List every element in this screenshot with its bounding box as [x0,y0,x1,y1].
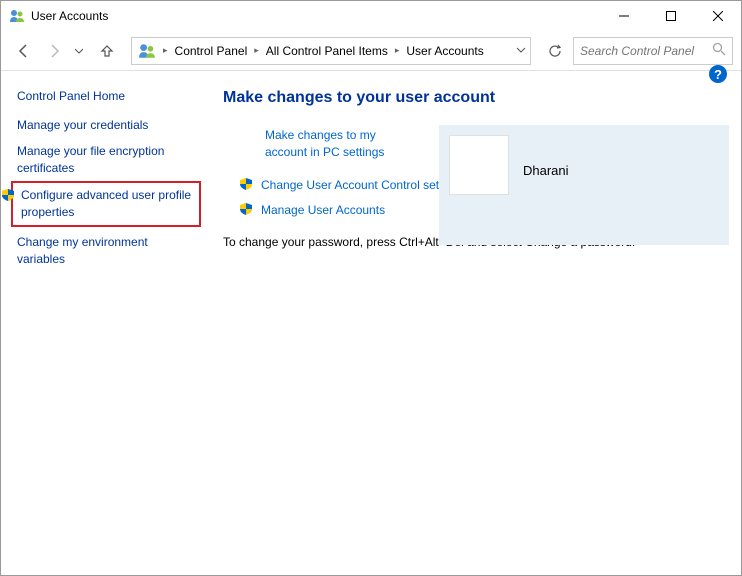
sidebar-link-encryption[interactable]: Manage your file encryption certificates [17,143,195,177]
chevron-right-icon[interactable]: ▸ [254,45,259,56]
sidebar-link-label: Configure advanced user profile properti… [21,188,191,219]
recent-dropdown-button[interactable] [75,47,83,55]
main-content: ? Make changes to your user account Make… [211,71,741,575]
back-button[interactable] [15,42,33,60]
chevron-right-icon[interactable]: ▸ [163,45,168,56]
chevron-down-icon[interactable] [516,44,526,58]
sidebar-link-advanced-profile[interactable]: Configure advanced user profile properti… [19,187,193,221]
window-title: User Accounts [31,9,601,23]
up-button[interactable] [99,43,115,59]
close-button[interactable] [695,1,741,31]
page-heading: Make changes to your user account [223,89,729,107]
sidebar-home-link[interactable]: Control Panel Home [17,89,195,103]
chevron-right-icon[interactable]: ▸ [395,45,400,56]
user-accounts-icon [138,42,156,60]
link-pc-settings[interactable]: Make changes to my account in PC setting… [265,127,413,161]
breadcrumb-item[interactable]: Control Panel [171,44,252,58]
breadcrumb-item[interactable]: All Control Panel Items [262,44,392,58]
shield-icon [239,177,253,194]
nav-bar: ▸ Control Panel ▸ All Control Panel Item… [1,31,741,71]
breadcrumb[interactable]: ▸ Control Panel ▸ All Control Panel Item… [131,37,531,65]
user-avatar [449,135,509,195]
breadcrumb-item[interactable]: User Accounts [402,44,487,58]
sidebar-link-credentials[interactable]: Manage your credentials [17,117,195,134]
search-box[interactable] [573,37,733,65]
search-icon[interactable] [708,42,726,59]
sidebar: Control Panel Home Manage your credentia… [1,71,211,575]
title-bar: User Accounts [1,1,741,31]
user-card: Dharani [439,125,729,245]
shield-icon [1,188,15,207]
search-input[interactable] [580,44,708,58]
forward-button[interactable] [45,42,63,60]
sidebar-link-env-vars[interactable]: Change my environment variables [17,234,195,268]
maximize-button[interactable] [648,1,694,31]
link-uac-settings[interactable]: Change User Account Control settings [261,177,464,194]
link-manage-accounts[interactable]: Manage User Accounts [261,202,385,219]
minimize-button[interactable] [601,1,647,31]
highlight-annotation: Configure advanced user profile properti… [11,181,201,227]
user-accounts-icon [9,8,25,24]
refresh-button[interactable] [541,37,569,65]
help-button[interactable]: ? [709,65,727,83]
shield-icon [239,202,253,219]
